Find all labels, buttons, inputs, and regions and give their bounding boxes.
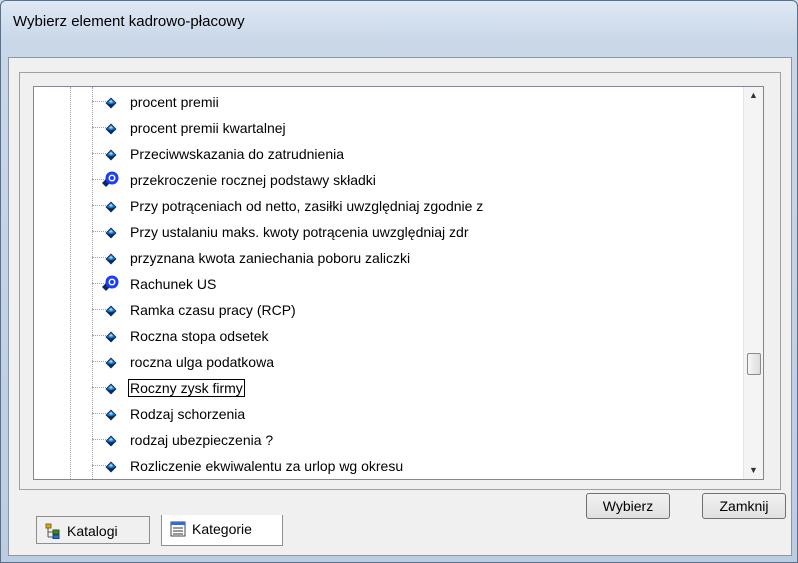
tree-catalog-icon xyxy=(45,523,60,539)
parameter-diamond-icon xyxy=(105,149,117,161)
close-button[interactable]: Zamknij xyxy=(702,493,786,519)
tree-item-label: Ramka czasu pracy (RCP) xyxy=(130,302,296,318)
tree-connector-line xyxy=(92,257,106,258)
tree-item[interactable]: Rozliczenie ekwiwalentu za urlop wg okre… xyxy=(34,454,742,478)
vertical-scrollbar[interactable]: ▲ ▼ xyxy=(743,87,763,479)
tree-connector-line xyxy=(92,153,106,154)
parameter-diamond-icon xyxy=(105,97,117,109)
tab-katalogi[interactable]: Katalogi xyxy=(36,516,150,544)
tree-connector-line xyxy=(92,387,106,388)
tree-connector-line xyxy=(92,361,106,362)
content-panel: procent premii procent premii kwartalnej P… xyxy=(19,72,786,519)
tree-item-label: Roczna stopa odsetek xyxy=(130,328,269,344)
parameter-diamond-icon xyxy=(105,461,117,473)
tree-item[interactable]: Roczna stopa odsetek xyxy=(34,324,742,348)
parameter-diamond-icon xyxy=(105,227,117,239)
tree-connector-line xyxy=(92,439,106,440)
parameter-diamond-icon xyxy=(105,331,117,343)
tree-item[interactable]: roczna ulga podatkowa xyxy=(34,350,742,374)
tree-item[interactable]: Rachunek US xyxy=(34,272,742,296)
tree-item-label: procent premii kwartalnej xyxy=(130,120,286,136)
parameter-diamond-icon xyxy=(105,253,117,265)
title-bar[interactable]: Wybierz element kadrowo-płacowy xyxy=(1,1,797,41)
parameter-diamond-icon xyxy=(105,357,117,369)
tree-connector-line xyxy=(92,205,106,206)
select-button-label: Wybierz xyxy=(602,498,654,514)
tree-connector-line xyxy=(92,413,106,414)
tree-item[interactable]: Przeciwwskazania do zatrudnienia xyxy=(34,142,742,166)
parameter-diamond-icon xyxy=(105,409,117,421)
parameter-diamond-icon xyxy=(105,435,117,447)
tree-item-label: rodzaj ubezpieczenia ? xyxy=(130,432,274,448)
parameter-diamond-icon xyxy=(105,201,117,213)
tree-item-label: przekroczenie rocznej podstawy składki xyxy=(130,172,376,188)
scroll-up-arrow-icon[interactable]: ▲ xyxy=(744,87,763,104)
list-window-icon xyxy=(170,521,186,537)
tree-item-label: Rodzaj schorzenia xyxy=(130,406,246,422)
blue-circle-icon xyxy=(102,171,119,187)
element-tree[interactable]: procent premii procent premii kwartalnej P… xyxy=(33,86,764,480)
blue-circle-icon xyxy=(102,275,119,291)
parameter-diamond-icon xyxy=(105,123,117,135)
tab-kategorie[interactable]: Kategorie xyxy=(161,515,283,546)
tree-item[interactable]: Roczny zysk firmy xyxy=(34,376,742,400)
dialog-window: Wybierz element kadrowo-płacowy procent … xyxy=(0,0,798,563)
parameter-diamond-icon xyxy=(105,305,117,317)
tree-connector-line xyxy=(92,231,106,232)
tree-connector-line xyxy=(92,465,106,466)
tab-katalogi-label: Katalogi xyxy=(67,523,118,539)
scroll-down-arrow-icon[interactable]: ▼ xyxy=(744,462,763,479)
tree-item[interactable]: Ramka czasu pracy (RCP) xyxy=(34,298,742,322)
tree-item-label: przyznana kwota zaniechania poboru zalic… xyxy=(130,250,411,266)
tree-item[interactable]: procent premii kwartalnej xyxy=(34,116,742,140)
tree-item-label: Przeciwwskazania do zatrudnienia xyxy=(130,146,344,162)
tree-item-label: procent premii xyxy=(130,94,219,110)
scrollbar-thumb[interactable] xyxy=(747,353,761,375)
tree-connector-line xyxy=(92,309,106,310)
parameter-diamond-icon xyxy=(105,383,117,395)
tree-item[interactable]: procent premii xyxy=(34,90,742,114)
tree-connector-line xyxy=(92,127,106,128)
close-button-label: Zamknij xyxy=(719,498,769,514)
tree-connector-line xyxy=(92,335,106,336)
select-button[interactable]: Wybierz xyxy=(586,493,670,519)
tree-item[interactable]: Przy ustalaniu maks. kwoty potrącenia uw… xyxy=(34,220,742,244)
dialog-client-area: procent premii procent premii kwartalnej P… xyxy=(8,57,792,556)
tree-item-label: Przy ustalaniu maks. kwoty potrącenia uw… xyxy=(130,224,469,240)
tree-item[interactable]: Przy potrąceniach od netto, zasiłki uwzg… xyxy=(34,194,742,218)
tree-item-label: Rachunek US xyxy=(130,276,217,292)
tree-item-label: Rozliczenie ekwiwalentu za urlop wg okre… xyxy=(130,458,404,474)
tree-connector-line xyxy=(92,101,106,102)
tree-item[interactable]: przekroczenie rocznej podstawy składki xyxy=(34,168,742,192)
tree-item[interactable]: Rodzaj schorzenia xyxy=(34,402,742,426)
tree-item-label: Roczny zysk firmy xyxy=(128,379,245,397)
tree-item-label: roczna ulga podatkowa xyxy=(130,354,274,370)
tab-kategorie-label: Kategorie xyxy=(192,521,252,537)
tree-item-label: Przy potrąceniach od netto, zasiłki uwzg… xyxy=(130,198,484,214)
tree-item[interactable]: przyznana kwota zaniechania poboru zalic… xyxy=(34,246,742,270)
tree-item[interactable]: rodzaj ubezpieczenia ? xyxy=(34,428,742,452)
window-title: Wybierz element kadrowo-płacowy xyxy=(13,13,245,30)
